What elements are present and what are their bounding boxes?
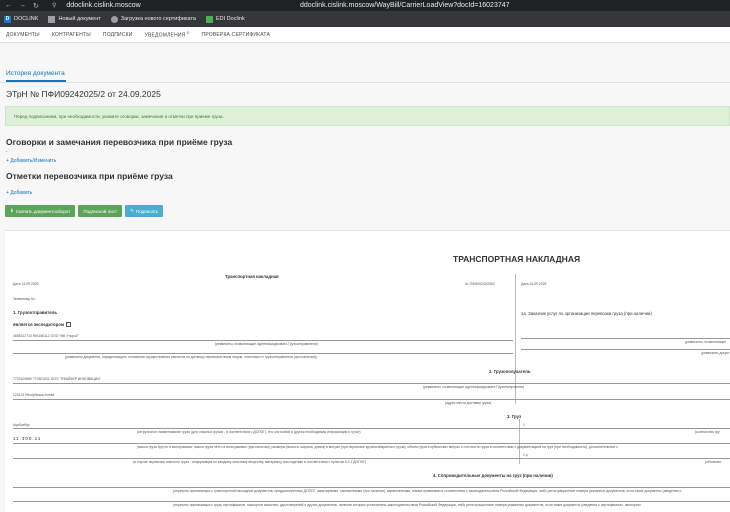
waybill-main-title: ТРАНСПОРТНАЯ НАКЛАДНАЯ bbox=[453, 254, 581, 264]
nav-documents[interactable]: ДОКУМЕНТЫ bbox=[6, 32, 40, 38]
waybill-preview: ТРАНСПОРТНАЯ НАКЛАДНАЯ Транспортная накл… bbox=[5, 230, 730, 512]
document-icon bbox=[48, 15, 56, 23]
bookmark-doclink[interactable]: D DOCLINK bbox=[4, 15, 38, 23]
doclink-logo-icon: D bbox=[4, 15, 11, 23]
nav-counterparties[interactable]: КОНТРАГЕНТЫ bbox=[52, 32, 91, 38]
bookmark-new-document[interactable]: Новый документ bbox=[48, 15, 101, 23]
address-caption: (адрес места доставки груза) bbox=[445, 401, 492, 405]
globe-icon bbox=[110, 15, 118, 23]
forwarder-label: является экспедитором bbox=[13, 322, 72, 328]
cargo-unit: 1 р bbox=[523, 453, 528, 457]
info-alert: Перед подписанием, при необходимости, ук… bbox=[5, 106, 730, 126]
add-edit-remarks-link[interactable]: + Добавить/Изменить bbox=[6, 158, 56, 164]
remarks-heading: Оговорки и замечания перевозчика при при… bbox=[6, 137, 233, 147]
documents-caption-1: (перечень прилагаемых к транспортной нак… bbox=[173, 489, 682, 493]
customer-doc-caption: (реквизиты докум bbox=[701, 351, 729, 355]
main-content: История документа ЭТрН № ПФИ09242025/2 о… bbox=[0, 43, 730, 512]
bookmark-cert-upload[interactable]: Загрузка нового сертификата bbox=[110, 15, 196, 23]
cargo-name: Ацебсебус bbox=[13, 423, 30, 427]
waybill-number: № ПФИ09242025/2 bbox=[465, 282, 495, 286]
rule bbox=[13, 340, 513, 341]
rule bbox=[13, 353, 513, 354]
consignee-caption: (реквизиты, позволяющие идентифицировать… bbox=[423, 385, 525, 389]
cargo-dims: 11.300.11 bbox=[13, 436, 42, 441]
download-docflow-button[interactable]: ⬇ Скачать документооборот bbox=[5, 205, 76, 217]
cargo-danger-caption: (в случае перевозки опасного груза - инф… bbox=[133, 460, 367, 464]
rule bbox=[13, 428, 730, 429]
consignee-value: 7703109650 770301001 ООО "ПФАЙЗЕР ИННОВА… bbox=[13, 377, 101, 381]
url-host[interactable]: ddoclink.cislink.moscow bbox=[66, 2, 140, 9]
rule bbox=[13, 458, 730, 459]
forward-icon[interactable]: → bbox=[19, 2, 26, 10]
url-full[interactable]: ddoclink.cislink.moscow/WayBill/CarrierL… bbox=[300, 2, 510, 9]
cargo-unit-caption: (объявлен bbox=[705, 460, 722, 464]
rule bbox=[13, 383, 730, 384]
address-value: 123123 Республика Алтай bbox=[13, 393, 55, 397]
cargo-dims-caption: (масса груза брутто в килограммах, масса… bbox=[137, 445, 619, 449]
pen-icon: ✎ bbox=[130, 208, 134, 213]
tab-history[interactable]: История документа bbox=[6, 70, 65, 77]
top-navigation: ДОКУМЕНТЫ КОНТРАГЕНТЫ ПОДПИСКИ УВЕДОМЛЕН… bbox=[0, 27, 730, 43]
shipper-caption: (реквизиты, позволяющие идентифицировать… bbox=[215, 342, 318, 346]
bookmark-edi[interactable]: EDI Doclink bbox=[205, 15, 245, 23]
forwarder-checkbox[interactable] bbox=[66, 322, 72, 328]
nav-subscriptions[interactable]: ПОДПИСКИ bbox=[103, 32, 133, 38]
section-documents: 4. Сопроводительные документы на груз (п… bbox=[433, 473, 553, 478]
document-title: ЭТрН № ПФИ09242025/2 от 24.09.2025 bbox=[6, 89, 161, 99]
documents-caption-2: (перечень прилагаемых к грузу сертификат… bbox=[173, 503, 641, 507]
nav-cert-check[interactable]: ПРОВЕРКА СЕРТИФИКАТА bbox=[202, 32, 271, 38]
add-marks-link[interactable]: + Добавить bbox=[6, 190, 32, 196]
browser-nav: ← → ↻ bbox=[0, 2, 52, 10]
cargo-name-caption: (отгрузочное наименование груза (для опа… bbox=[137, 430, 361, 434]
action-buttons: ⬇ Скачать документооборот Подписной лист … bbox=[5, 205, 164, 217]
section-shipper: 1. Грузоотправитель bbox=[13, 310, 57, 315]
cargo-places: 1 bbox=[523, 423, 525, 427]
copy-number: Экземпляр №: bbox=[13, 297, 36, 301]
rule bbox=[13, 487, 730, 488]
marks-heading: Отметки перевозчика при приёме груза bbox=[6, 171, 173, 181]
notifications-count: 0 bbox=[187, 30, 190, 36]
rule bbox=[521, 349, 730, 350]
section-customer: 1а. Заказчик услуг по организации перево… bbox=[521, 311, 652, 316]
bookmarks-bar: D DOCLINK Новый документ Загрузка нового … bbox=[0, 11, 730, 27]
customer-caption: (реквизиты, позволяющие bbox=[685, 340, 727, 344]
sign-sheet-button[interactable]: Подписной лист bbox=[78, 205, 123, 217]
remarks-empty: - bbox=[6, 149, 8, 154]
sign-button[interactable]: ✎ Подписать bbox=[125, 205, 164, 217]
nav-notifications[interactable]: УВЕДОМЛЕНИЯ 0 bbox=[145, 30, 190, 39]
site-info-icon[interactable]: ⚲ bbox=[52, 2, 56, 9]
rule bbox=[13, 501, 730, 502]
download-icon: ⬇ bbox=[10, 208, 14, 213]
rule bbox=[521, 338, 730, 339]
browser-address-bar: ← → ↻ ⚲ ddoclink.cislink.moscow ddoclink… bbox=[0, 0, 730, 11]
waybill-date: Дата 24.09.2025 bbox=[13, 282, 39, 286]
shipper-value: 4685312710 994156112 ООО "МК Утаро2" bbox=[13, 334, 79, 338]
shipper-doc-caption: (реквизиты документа, определяющего осно… bbox=[65, 355, 317, 359]
rule bbox=[13, 399, 730, 400]
edi-icon bbox=[205, 15, 213, 23]
back-icon[interactable]: ← bbox=[5, 2, 12, 10]
tab-divider bbox=[0, 82, 730, 83]
rule bbox=[13, 443, 730, 444]
section-consignee: 2. Грузополучатель bbox=[489, 369, 531, 374]
waybill-subtitle: Транспортная накладная bbox=[225, 274, 279, 279]
reload-icon[interactable]: ↻ bbox=[33, 2, 39, 10]
cargo-places-caption: (количество гру bbox=[695, 430, 720, 434]
waybill-date-right: Дата 24.09.2025 bbox=[521, 282, 547, 286]
